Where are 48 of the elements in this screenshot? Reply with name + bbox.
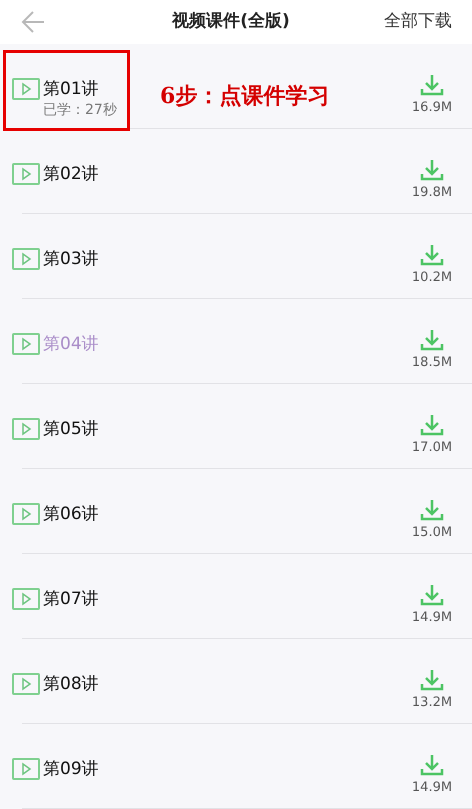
file-size: 17.0M — [412, 439, 452, 457]
play-icon — [12, 673, 40, 695]
download-all-button[interactable]: 全部下载 — [384, 9, 452, 35]
file-size: 14.9M — [412, 779, 452, 797]
lesson-title: 第06讲 — [43, 503, 99, 526]
lesson-title: 第01讲 — [43, 78, 100, 101]
play-icon — [12, 758, 40, 780]
play-icon — [12, 588, 40, 610]
lesson-item[interactable]: 第02讲 19.8M — [0, 129, 472, 214]
download-icon[interactable] — [420, 669, 444, 691]
play-icon — [12, 163, 40, 185]
lesson-title: 第02讲 — [43, 163, 99, 186]
lesson-title: 第03讲 — [43, 248, 99, 271]
file-size: 16.9M — [412, 99, 452, 117]
lesson-title: 第07讲 — [43, 588, 99, 611]
lesson-item[interactable]: 第09讲 14.9M — [0, 724, 472, 809]
download-icon[interactable] — [420, 414, 444, 436]
file-size: 15.0M — [412, 524, 452, 542]
lesson-item[interactable]: 第08讲 13.2M — [0, 639, 472, 724]
lesson-title: 第09讲 — [43, 758, 99, 781]
download-icon[interactable] — [420, 329, 444, 351]
play-icon — [12, 333, 40, 355]
play-icon — [12, 503, 40, 525]
download-icon[interactable] — [420, 244, 444, 266]
download-icon[interactable] — [420, 499, 444, 521]
lesson-item[interactable]: 第05讲 17.0M — [0, 384, 472, 469]
play-icon — [12, 78, 40, 100]
file-size: 13.2M — [412, 694, 452, 712]
file-size: 19.8M — [412, 184, 452, 202]
annotation-text: 6步：点课件学习 — [160, 82, 330, 111]
lesson-item[interactable]: 第07讲 14.9M — [0, 554, 472, 639]
download-icon[interactable] — [420, 74, 444, 96]
file-size: 18.5M — [412, 354, 452, 372]
download-icon[interactable] — [420, 584, 444, 606]
file-size: 14.9M — [412, 609, 452, 627]
play-icon — [12, 248, 40, 270]
download-icon[interactable] — [420, 754, 444, 776]
page-title: 视频课件(全版) — [172, 10, 290, 34]
file-size: 10.2M — [412, 269, 452, 287]
download-icon[interactable] — [420, 159, 444, 181]
lesson-title: 第08讲 — [43, 673, 99, 696]
lesson-title: 第05讲 — [43, 418, 99, 441]
back-arrow-icon[interactable] — [20, 10, 46, 34]
lesson-item[interactable]: 第04讲 18.5M — [0, 299, 472, 384]
lesson-item[interactable]: 第03讲 10.2M — [0, 214, 472, 299]
play-icon — [12, 418, 40, 440]
lesson-item[interactable]: 第06讲 15.0M — [0, 469, 472, 554]
lesson-title: 第04讲 — [43, 333, 99, 356]
